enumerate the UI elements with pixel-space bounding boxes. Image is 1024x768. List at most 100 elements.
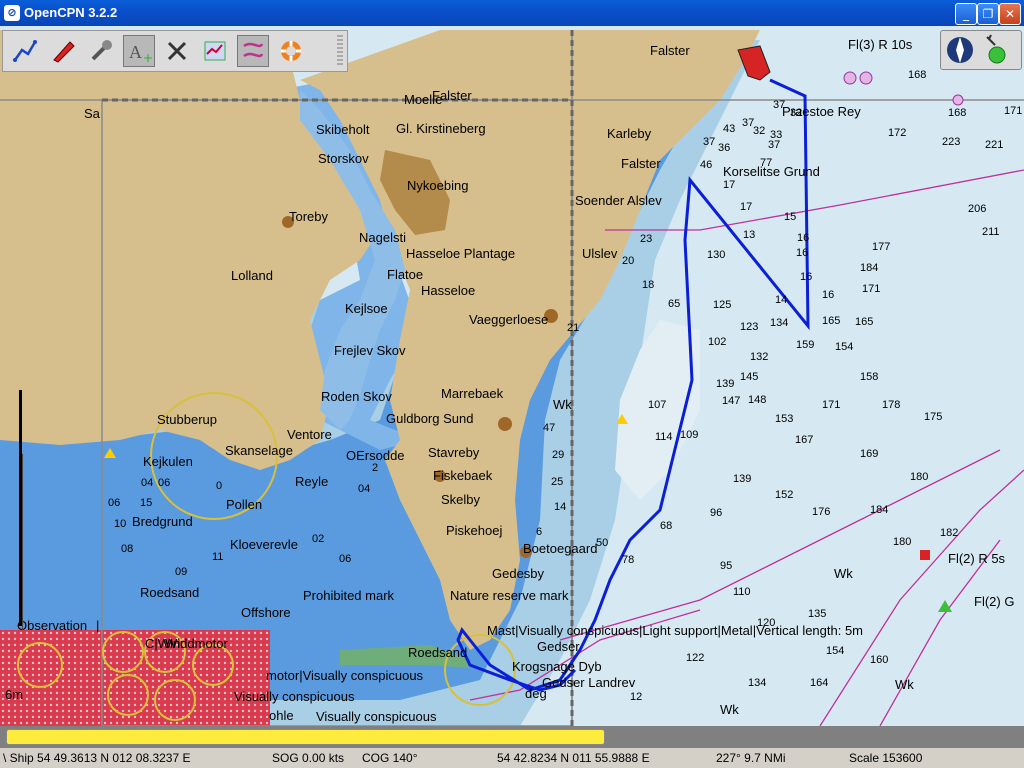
place-label: Wk [834, 566, 853, 581]
chart-quilt-indicator[interactable] [6, 729, 605, 745]
place-label: Storskov [318, 151, 369, 166]
depth-sounding: 154 [826, 645, 844, 657]
depth-sounding: 152 [775, 489, 793, 501]
depth-sounding: 6 [536, 526, 542, 538]
depth-sounding: 180 [893, 536, 911, 548]
text-button[interactable]: A + [123, 35, 155, 67]
depth-sounding: 120 [757, 617, 775, 629]
depth-sounding: 06 [108, 497, 120, 509]
toolbar-grip[interactable] [337, 35, 343, 67]
settings-button[interactable] [85, 35, 117, 67]
place-label: 6m [5, 687, 23, 702]
place-label: Gl. Kirstineberg [396, 121, 486, 136]
place-label: Gedser [537, 639, 580, 654]
place-label: Visually conspicuous [234, 689, 355, 704]
route-button[interactable] [9, 35, 41, 67]
depth-sounding: 158 [860, 371, 878, 383]
place-label: Marrebaek [441, 386, 504, 401]
depth-sounding: 11 [212, 551, 223, 563]
depth-sounding: 178 [882, 399, 900, 411]
place-label: Gedesby [492, 566, 545, 581]
depth-sounding: 130 [707, 249, 725, 261]
place-label: Fl(2) R 5s [948, 551, 1006, 566]
depth-sounding: 50 [596, 537, 608, 549]
depth-sounding: 32 [790, 107, 802, 119]
chart-list-button[interactable] [199, 35, 231, 67]
main-toolbar: A + [2, 30, 348, 72]
place-label: Karleby [607, 126, 652, 141]
course-over-ground: COG 140° [362, 751, 418, 765]
place-label: Vaeggerloese [469, 312, 548, 327]
place-label: Frejlev Skov [334, 343, 406, 358]
depth-sounding: 159 [796, 339, 814, 351]
depth-sounding: 16 [796, 247, 808, 259]
place-label: Nature reserve mark [450, 588, 569, 603]
depth-sounding: 36 [718, 142, 730, 154]
route-icon [13, 40, 37, 62]
depth-sounding: 165 [822, 315, 840, 327]
depth-sounding: 122 [686, 652, 704, 664]
depth-sounding: 32 [753, 125, 765, 137]
settings-wrench-icon [91, 40, 112, 61]
depth-sounding: 46 [700, 159, 712, 171]
ship-icon [53, 41, 75, 63]
depth-sounding: 125 [713, 299, 731, 311]
depth-sounding: 123 [740, 321, 758, 333]
place-label: Observation [17, 618, 87, 633]
place-label: Fl(2) G [974, 594, 1014, 609]
close-button[interactable]: ✕ [999, 3, 1021, 25]
track-button[interactable] [237, 35, 269, 67]
place-label: Kejlsoe [345, 301, 388, 316]
tools-icon [167, 41, 187, 61]
depth-sounding: 96 [710, 507, 722, 519]
depth-sounding: 23 [640, 233, 652, 245]
chart-canvas[interactable]: Falster Sa Moelle Falster Skibeholt Gl. … [0, 26, 1024, 726]
window-titlebar[interactable]: ⊘ OpenCPN 3.2.2 _ ❐ ✕ [0, 0, 1024, 26]
depth-sounding: 169 [860, 448, 878, 460]
maximize-button[interactable]: ❐ [977, 3, 999, 25]
place-label: C|Wind [145, 636, 187, 651]
nautical-chart[interactable]: Falster Sa Moelle Falster Skibeholt Gl. … [0, 26, 1024, 726]
depth-sounding: 16 [797, 232, 809, 244]
place-label: Falster [621, 156, 661, 171]
opencpn-logo-icon: ⊘ [4, 5, 20, 21]
depth-sounding: 139 [733, 473, 751, 485]
compass-panel[interactable] [940, 30, 1022, 70]
windfarm-area [0, 630, 270, 726]
place-label: Stavreby [428, 445, 480, 460]
place-label: Lolland [231, 268, 273, 283]
depth-sounding: 0 [216, 480, 222, 492]
place-label: Falster [650, 43, 690, 58]
minimize-button[interactable]: _ [955, 3, 977, 25]
depth-sounding: 171 [822, 399, 840, 411]
ship-button[interactable] [47, 35, 79, 67]
depth-sounding: 04 [141, 477, 153, 489]
gps-status-icon [986, 34, 1006, 64]
place-label: Stubberup [157, 412, 217, 427]
depth-sounding: 21 [567, 322, 579, 334]
place-label: Ulslev [582, 246, 618, 261]
ship-position: \ Ship 54 49.3613 N 012 08.3237 E [3, 751, 191, 765]
depth-sounding: 77 [760, 157, 772, 169]
depth-sounding: 139 [716, 378, 734, 390]
place-label: Bredgrund [132, 514, 193, 529]
depth-sounding: 16 [822, 289, 834, 301]
place-label: ohle [269, 708, 294, 723]
depth-sounding: 65 [668, 298, 680, 310]
depth-sounding: 04 [358, 483, 370, 495]
depth-sounding: 154 [835, 341, 853, 353]
place-label: Mast|Visually conspicuous|Light support|… [487, 623, 863, 638]
tools-button[interactable] [161, 35, 193, 67]
chart-bar[interactable] [0, 726, 1024, 748]
track-icon [243, 42, 264, 58]
depth-sounding: 164 [810, 677, 828, 689]
depth-sounding: 2 [372, 462, 378, 474]
depth-sounding: 06 [158, 477, 170, 489]
depth-sounding: 68 [660, 520, 672, 532]
depth-sounding: 14 [775, 294, 787, 306]
mob-button[interactable] [275, 35, 307, 67]
depth-sounding: 13 [743, 229, 755, 241]
place-label: Wk [720, 702, 739, 717]
depth-sounding: 47 [543, 422, 555, 434]
depth-sounding: 171 [862, 283, 880, 295]
